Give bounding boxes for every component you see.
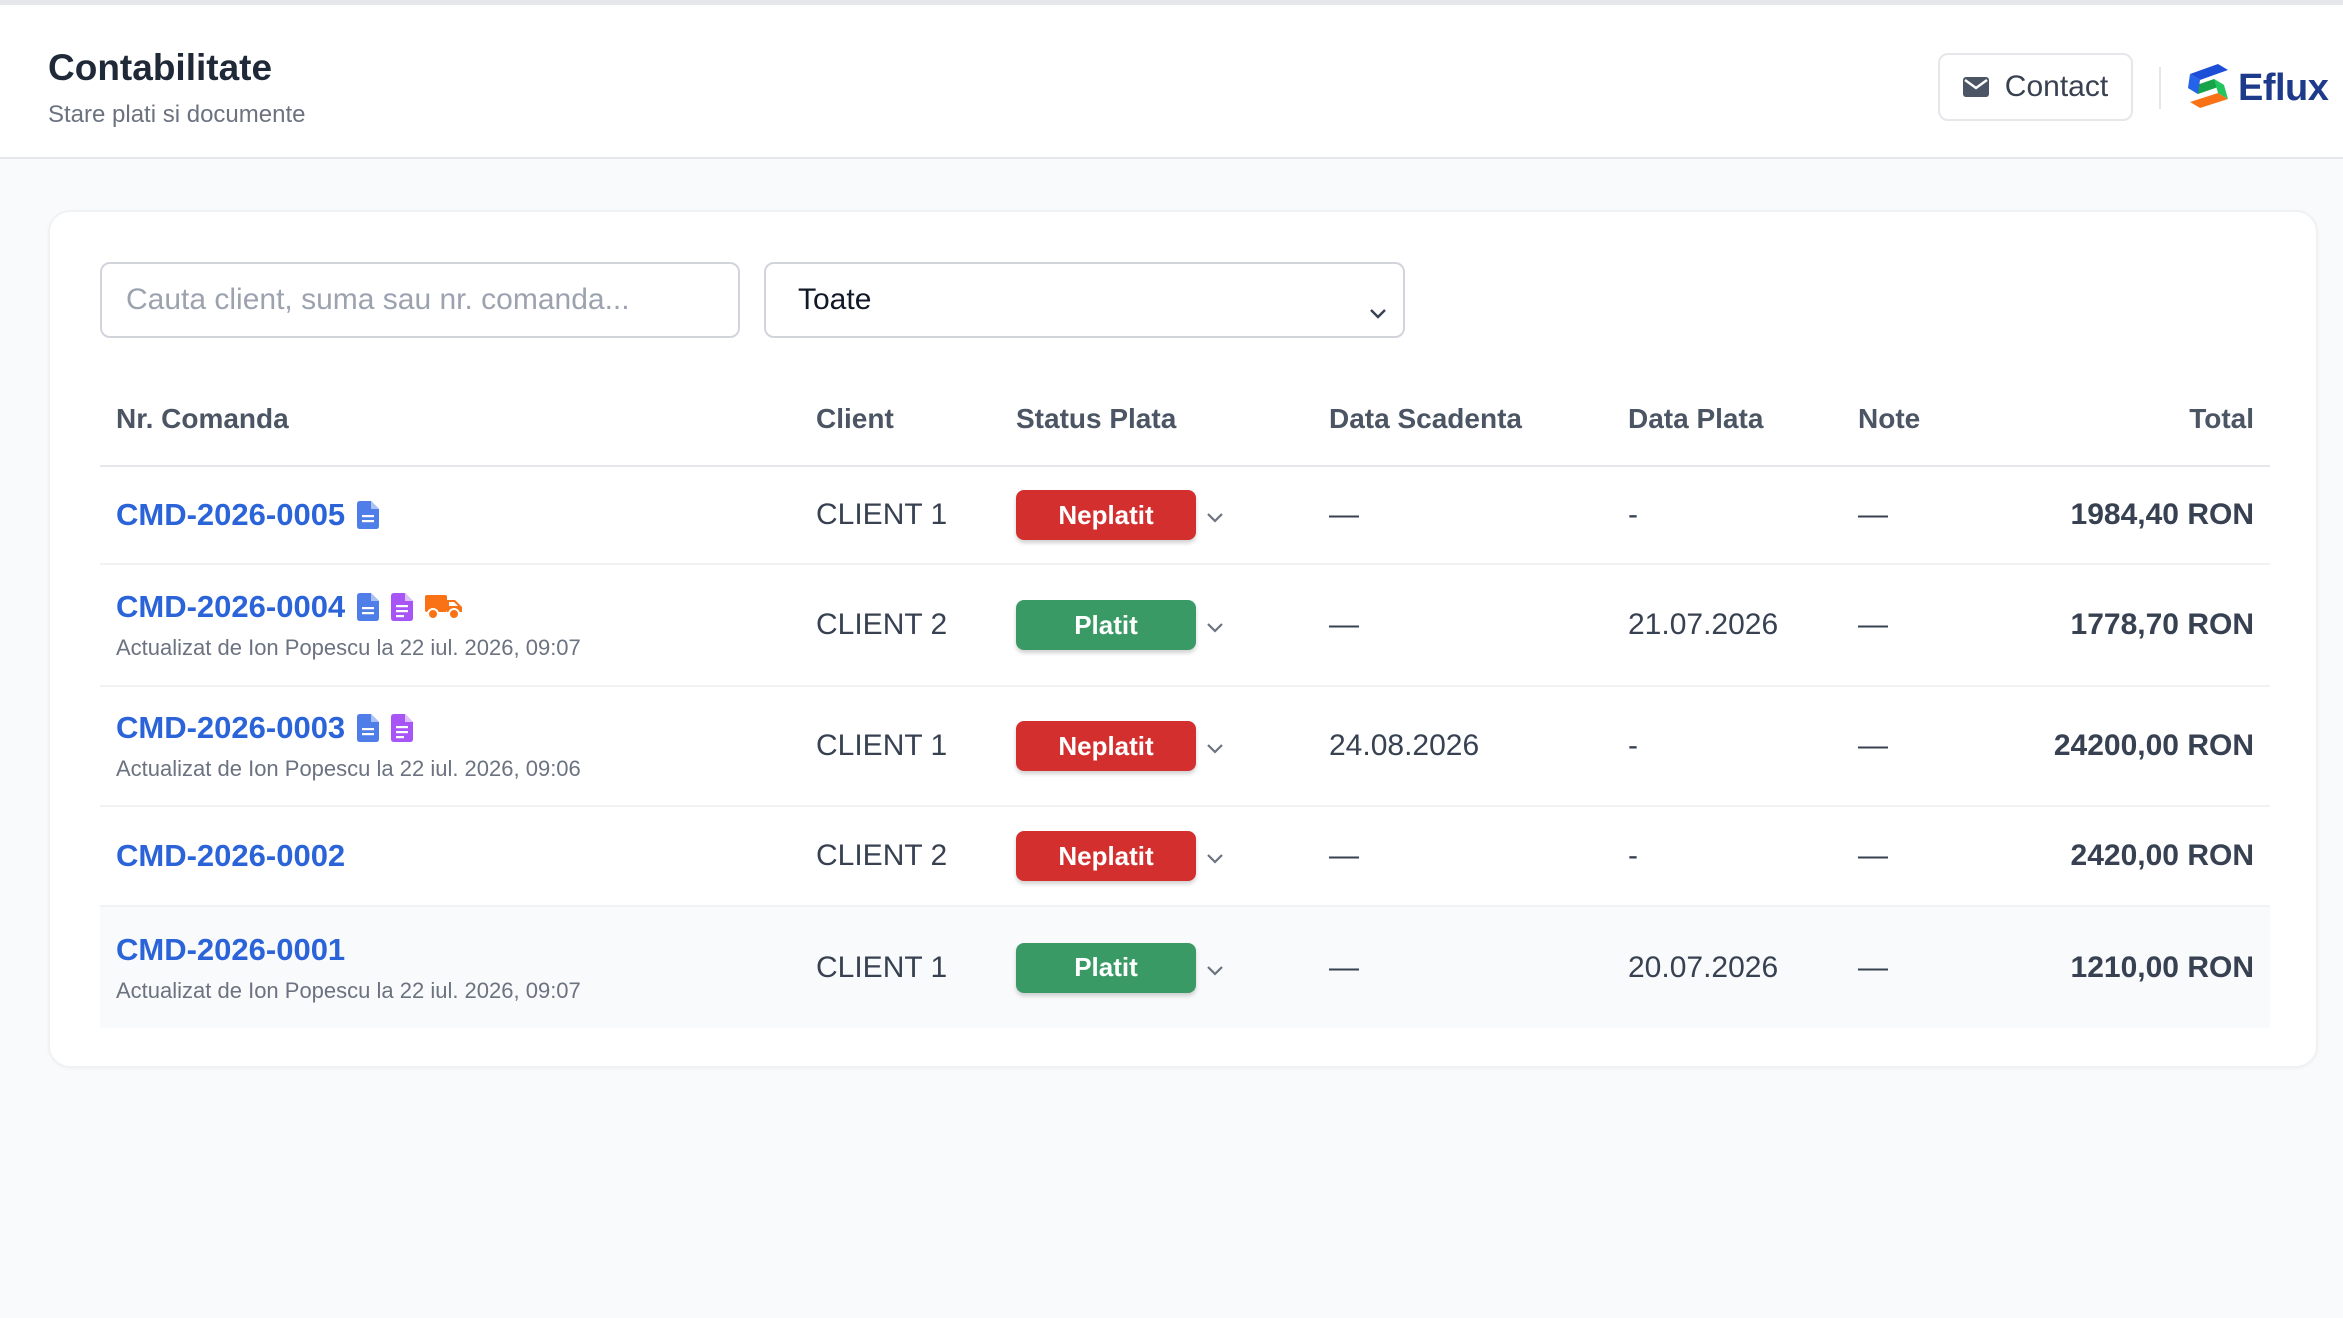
header-divider (2159, 67, 2161, 109)
eflux-logo-mark (2184, 60, 2234, 117)
order-link[interactable]: CMD-2026-0003 (116, 710, 345, 746)
status-cell: Neplatit (1000, 686, 1313, 807)
status-cell: Platit (1000, 564, 1313, 687)
orders-table: Nr. Comanda Client Status Plata Data Sca… (100, 372, 2270, 1028)
due-date-cell: — (1313, 564, 1612, 687)
column-header-client[interactable]: Client (800, 372, 1000, 467)
chevron-down-icon[interactable] (1206, 839, 1224, 873)
note-cell: — (1842, 564, 2012, 687)
status-badge[interactable]: Platit (1016, 942, 1196, 993)
column-header-status[interactable]: Status Plata (1000, 372, 1313, 467)
due-date-cell: — (1313, 806, 1612, 907)
order-link[interactable]: CMD-2026-0002 (116, 838, 345, 874)
order-cell: CMD-2026-0004 Actualizat de Ion Popescu … (100, 564, 800, 687)
updated-info: Actualizat de Ion Popescu la 22 iul. 202… (116, 756, 581, 781)
status-badge[interactable]: Neplatit (1016, 831, 1196, 881)
note-cell: — (1842, 686, 2012, 807)
order-link[interactable]: CMD-2026-0005 (116, 497, 345, 533)
status-cell: Neplatit (1000, 466, 1313, 565)
note-cell: — (1842, 906, 2012, 1028)
total-cell: 1778,70 RON (2012, 564, 2270, 687)
note-cell: — (1842, 806, 2012, 907)
table-header-row: Nr. Comanda Client Status Plata Data Sca… (100, 372, 2270, 467)
due-date-cell: — (1313, 466, 1612, 565)
chevron-down-icon (1369, 294, 1387, 328)
status-filter-select[interactable]: Toate (764, 262, 1405, 338)
status-filter-value: Toate (798, 283, 872, 316)
chevron-down-icon[interactable] (1206, 498, 1224, 532)
paid-date-cell: - (1612, 806, 1842, 907)
column-header-total[interactable]: Total (2012, 372, 2270, 467)
total-cell: 24200,00 RON (2012, 686, 2270, 807)
paid-date-cell: 20.07.2026 (1612, 906, 1842, 1028)
column-header-note[interactable]: Note (1842, 372, 2012, 467)
invoice-icon[interactable] (357, 501, 380, 529)
order-cell: CMD-2026-0002 (100, 806, 800, 907)
chevron-down-icon[interactable] (1206, 951, 1224, 985)
note-cell: — (1842, 466, 2012, 565)
contact-button-label: Contact (2004, 70, 2109, 103)
client-cell: CLIENT 2 (800, 806, 1000, 907)
client-cell: CLIENT 1 (800, 686, 1000, 807)
column-header-due-date[interactable]: Data Scadenta (1313, 372, 1612, 467)
table-row[interactable]: CMD-2026-0004 Actualizat de Ion Popescu … (100, 564, 2270, 687)
paid-date-cell: - (1612, 686, 1842, 807)
table-row[interactable]: CMD-2026-0003 Actualizat de Ion Popescu … (100, 686, 2270, 807)
status-cell: Platit (1000, 906, 1313, 1028)
order-link[interactable]: CMD-2026-0004 (116, 589, 345, 625)
status-cell: Neplatit (1000, 806, 1313, 907)
chevron-down-icon[interactable] (1206, 729, 1224, 763)
column-header-order[interactable]: Nr. Comanda (100, 372, 800, 467)
paid-date-cell: 21.07.2026 (1612, 564, 1842, 687)
invoice-icon[interactable] (357, 714, 380, 742)
invoice-icon[interactable] (357, 593, 380, 621)
status-badge[interactable]: Neplatit (1016, 490, 1196, 540)
client-cell: CLIENT 1 (800, 906, 1000, 1028)
page-subtitle: Stare plati si documente (48, 101, 306, 128)
due-date-cell: — (1313, 906, 1612, 1028)
eflux-logo-text: Eflux (2238, 66, 2329, 109)
status-badge[interactable]: Neplatit (1016, 721, 1196, 771)
total-cell: 1984,40 RON (2012, 466, 2270, 565)
receipt-icon[interactable] (391, 593, 414, 621)
table-row[interactable]: CMD-2026-0005 CLIENT 1 Neplatit — - — 19… (100, 466, 2270, 565)
eflux-logo[interactable]: Eflux (2184, 60, 2329, 117)
search-input[interactable] (100, 262, 740, 338)
order-cell: CMD-2026-0005 (100, 466, 800, 565)
receipt-icon[interactable] (391, 714, 414, 742)
mail-icon (1962, 77, 1989, 97)
updated-info: Actualizat de Ion Popescu la 22 iul. 202… (116, 635, 581, 660)
client-cell: CLIENT 1 (800, 466, 1000, 565)
due-date-cell: 24.08.2026 (1313, 686, 1612, 807)
table-row[interactable]: CMD-2026-0001 Actualizat de Ion Popescu … (100, 906, 2270, 1028)
order-cell: CMD-2026-0001 Actualizat de Ion Popescu … (100, 906, 800, 1028)
page-header: Contabilitate Stare plati si documente C… (0, 5, 2343, 159)
status-badge[interactable]: Platit (1016, 600, 1196, 650)
total-cell: 1210,00 RON (2012, 906, 2270, 1028)
column-header-paid-date[interactable]: Data Plata (1612, 372, 1842, 467)
order-cell: CMD-2026-0003 Actualizat de Ion Popescu … (100, 686, 800, 807)
table-row[interactable]: CMD-2026-0002 CLIENT 2 Neplatit — - — 24… (100, 806, 2270, 907)
contact-button[interactable]: Contact (1938, 53, 2133, 121)
client-cell: CLIENT 2 (800, 564, 1000, 687)
total-cell: 2420,00 RON (2012, 806, 2270, 907)
updated-info: Actualizat de Ion Popescu la 22 iul. 202… (116, 977, 581, 1003)
paid-date-cell: - (1612, 466, 1842, 565)
order-link[interactable]: CMD-2026-0001 (116, 932, 345, 968)
delivery-truck-icon[interactable] (425, 593, 463, 621)
chevron-down-icon[interactable] (1206, 608, 1224, 642)
accounting-card: Toate Nr. Comanda Client Status Plata Da… (48, 210, 2318, 1068)
page-title: Contabilitate (48, 47, 273, 88)
